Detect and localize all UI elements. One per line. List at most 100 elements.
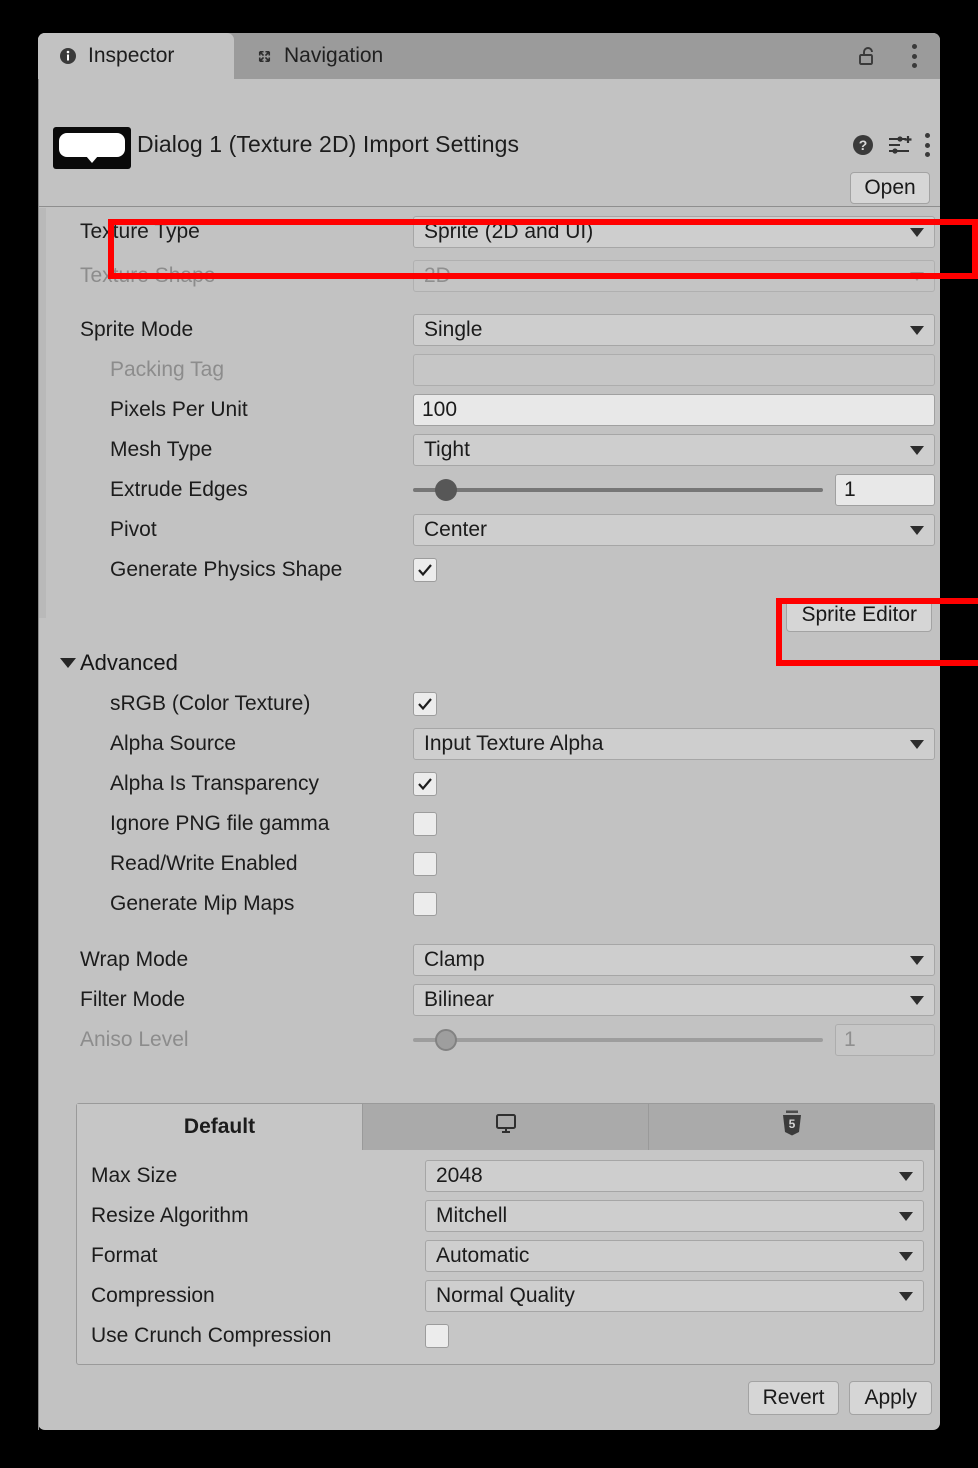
row-pivot: Pivot Center <box>38 510 940 550</box>
alpha-source-value: Input Texture Alpha <box>424 732 904 756</box>
apply-button[interactable]: Apply <box>849 1381 932 1415</box>
use-crunch-compression-checkbox[interactable] <box>425 1324 449 1348</box>
chevron-down-icon <box>910 326 924 335</box>
read-write-enabled-label: Read/Write Enabled <box>110 852 298 876</box>
row-max-size: Max Size 2048 <box>77 1156 934 1196</box>
srgb-label: sRGB (Color Texture) <box>110 692 310 716</box>
row-filter-mode: Filter Mode Bilinear <box>38 980 940 1020</box>
pivot-dropdown[interactable]: Center <box>413 514 935 546</box>
row-pixels-per-unit: Pixels Per Unit 100 <box>38 390 940 430</box>
row-sprite-mode: Sprite Mode Single <box>38 310 940 350</box>
open-button[interactable]: Open <box>850 172 930 204</box>
compression-dropdown[interactable]: Normal Quality <box>425 1280 924 1312</box>
row-texture-type: Texture Type Sprite (2D and UI) <box>38 208 940 256</box>
alpha-is-transparency-checkbox[interactable] <box>413 772 437 796</box>
navigation-move-icon <box>254 46 274 66</box>
extrude-edges-slider[interactable] <box>413 480 823 500</box>
revert-button[interactable]: Revert <box>748 1381 840 1415</box>
mesh-type-value: Tight <box>424 438 904 462</box>
max-size-dropdown[interactable]: 2048 <box>425 1160 924 1192</box>
row-resize-algorithm: Resize Algorithm Mitchell <box>77 1196 934 1236</box>
filter-mode-value: Bilinear <box>424 988 904 1012</box>
row-compression: Compression Normal Quality <box>77 1276 934 1316</box>
resize-algorithm-dropdown[interactable]: Mitchell <box>425 1200 924 1232</box>
texture-type-value: Sprite (2D and UI) <box>424 220 904 244</box>
chevron-down-icon <box>899 1212 913 1221</box>
chevron-down-icon <box>60 658 76 668</box>
ignore-png-gamma-label: Ignore PNG file gamma <box>110 812 329 836</box>
compression-value: Normal Quality <box>436 1284 893 1308</box>
sprite-editor-button[interactable]: Sprite Editor <box>786 598 932 632</box>
texture-shape-label: Texture Shape <box>80 264 215 288</box>
tab-inspector-label: Inspector <box>88 44 174 68</box>
generate-mip-maps-label: Generate Mip Maps <box>110 892 294 916</box>
wrap-mode-label: Wrap Mode <box>80 948 188 972</box>
tab-navigation-label: Navigation <box>284 44 383 68</box>
extrude-edges-input[interactable]: 1 <box>835 474 935 506</box>
row-srgb: sRGB (Color Texture) <box>38 684 940 724</box>
svg-text:?: ? <box>859 137 868 153</box>
kebab-menu-icon[interactable] <box>925 133 931 157</box>
wrap-mode-dropdown[interactable]: Clamp <box>413 944 935 976</box>
chevron-down-icon <box>899 1292 913 1301</box>
filter-mode-dropdown[interactable]: Bilinear <box>413 984 935 1016</box>
generate-physics-shape-checkbox[interactable] <box>413 558 437 582</box>
generate-mip-maps-checkbox[interactable] <box>413 892 437 916</box>
texture-type-dropdown[interactable]: Sprite (2D and UI) <box>413 216 935 248</box>
checkmark-icon <box>416 775 434 793</box>
dialog-sprite-thumbnail <box>53 127 131 169</box>
use-crunch-compression-label: Use Crunch Compression <box>91 1324 331 1348</box>
format-value: Automatic <box>436 1244 893 1268</box>
inspector-window: Inspector Navigation <box>38 33 940 1430</box>
unlocked-padlock-icon[interactable] <box>856 45 878 67</box>
aniso-level-slider <box>413 1030 823 1050</box>
read-write-enabled-checkbox[interactable] <box>413 852 437 876</box>
alpha-source-dropdown[interactable]: Input Texture Alpha <box>413 728 935 760</box>
packing-tag-label: Packing Tag <box>110 358 224 382</box>
row-generate-physics-shape: Generate Physics Shape <box>38 550 940 590</box>
platform-tab-standalone[interactable] <box>363 1104 649 1150</box>
max-size-value: 2048 <box>436 1164 893 1188</box>
help-icon[interactable]: ? <box>851 133 875 157</box>
kebab-menu-icon[interactable] <box>912 44 918 68</box>
wrap-mode-value: Clamp <box>424 948 904 972</box>
chevron-down-icon <box>899 1172 913 1181</box>
chevron-down-icon <box>910 956 924 965</box>
extrude-edges-slider-handle[interactable] <box>435 479 457 501</box>
footer-buttons: Revert Apply <box>748 1381 932 1415</box>
pixels-per-unit-label: Pixels Per Unit <box>110 398 248 422</box>
resize-algorithm-value: Mitchell <box>436 1204 893 1228</box>
format-dropdown[interactable]: Automatic <box>425 1240 924 1272</box>
texture-shape-dropdown: 2D <box>413 260 935 292</box>
compression-label: Compression <box>91 1284 215 1308</box>
row-generate-mip-maps: Generate Mip Maps <box>38 884 940 924</box>
advanced-foldout[interactable]: Advanced <box>38 642 940 684</box>
alpha-source-label: Alpha Source <box>110 732 236 756</box>
webgl-html5-icon: 5 <box>780 1110 804 1144</box>
pivot-value: Center <box>424 518 904 542</box>
platform-settings-box: Default 5 <box>76 1103 935 1365</box>
window-tab-strip: Inspector Navigation <box>38 33 940 79</box>
row-wrap-mode: Wrap Mode Clamp <box>38 940 940 980</box>
mesh-type-dropdown[interactable]: Tight <box>413 434 935 466</box>
info-icon <box>58 46 78 66</box>
max-size-label: Max Size <box>91 1164 177 1188</box>
ignore-png-gamma-checkbox[interactable] <box>413 812 437 836</box>
tab-inspector[interactable]: Inspector <box>38 33 234 79</box>
platform-tab-default[interactable]: Default <box>77 1104 363 1150</box>
resize-algorithm-label: Resize Algorithm <box>91 1204 249 1228</box>
platform-tab-default-label: Default <box>184 1115 255 1139</box>
tab-navigation[interactable]: Navigation <box>234 33 434 79</box>
pixels-per-unit-input[interactable]: 100 <box>413 394 935 426</box>
platform-tab-webgl[interactable]: 5 <box>649 1104 934 1150</box>
preset-sliders-icon[interactable] <box>887 134 914 156</box>
row-mesh-type: Mesh Type Tight <box>38 430 940 470</box>
aniso-level-slider-handle <box>435 1029 457 1051</box>
row-read-write-enabled: Read/Write Enabled <box>38 844 940 884</box>
sprite-mode-dropdown[interactable]: Single <box>413 314 935 346</box>
checkmark-icon <box>416 561 434 579</box>
inspector-body: Texture Type Sprite (2D and UI) Texture … <box>38 208 940 1430</box>
alpha-is-transparency-label: Alpha Is Transparency <box>110 772 319 796</box>
svg-text:5: 5 <box>788 1117 795 1131</box>
srgb-checkbox[interactable] <box>413 692 437 716</box>
